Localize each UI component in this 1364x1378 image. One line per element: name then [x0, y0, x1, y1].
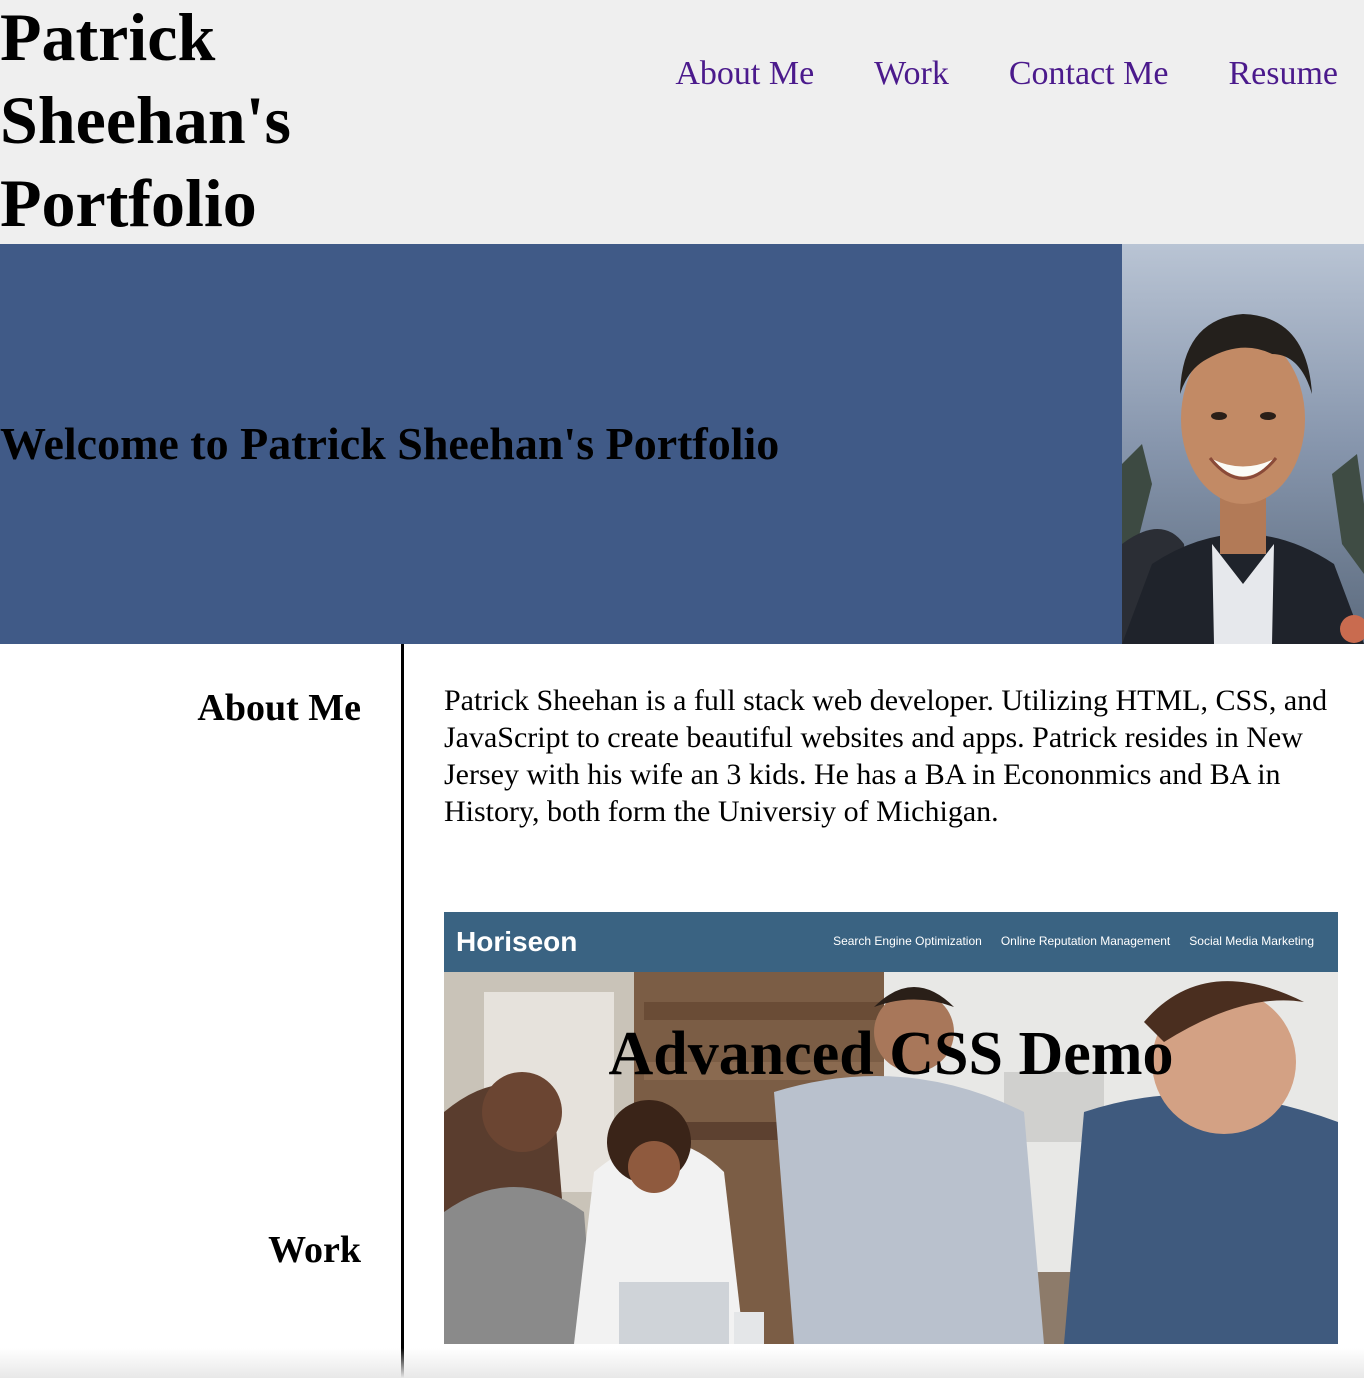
hero-heading: Welcome to Patrick Sheehan's Portfolio	[0, 418, 780, 469]
main-nav: About Me Work Contact Me Resume	[675, 52, 1338, 96]
project-preview-link: Online Reputation Management	[1000, 934, 1171, 948]
site-header: Patrick Sheehan's Portfolio About Me Wor…	[0, 0, 1364, 244]
nav-link-about-me[interactable]: About Me	[675, 52, 814, 96]
project-title: Advanced CSS Demo	[608, 1020, 1174, 1088]
project-brand-logo: Horiseon	[456, 926, 578, 957]
nav-link-contact-me[interactable]: Contact Me	[1009, 52, 1169, 96]
profile-photo-illustration	[1122, 244, 1364, 644]
project-card-advanced-css[interactable]: Horiseon Search Engine Optimization Onli…	[444, 912, 1338, 1344]
project-screenshot-image	[444, 912, 1338, 1344]
hero-banner: Welcome to Patrick Sheehan's Portfolio	[0, 244, 1122, 644]
work-heading: Work	[268, 1229, 361, 1271]
project-preview-nav: Search Engine Optimization Online Reputa…	[833, 932, 1314, 950]
nav-link-work[interactable]: Work	[874, 52, 949, 96]
project-preview-link: Search Engine Optimization	[833, 934, 982, 948]
about-me-text: Patrick Sheehan is a full stack web deve…	[444, 684, 1328, 828]
site-title: Patrick Sheehan's Portfolio	[0, 0, 291, 241]
nav-link-resume[interactable]: Resume	[1228, 52, 1338, 96]
project-preview-link: Social Media Marketing	[1189, 934, 1314, 948]
project-preview-header: Horiseon Search Engine Optimization Onli…	[444, 912, 1338, 972]
profile-photo	[1122, 244, 1364, 644]
sidebar-headings: About Me Work	[0, 644, 404, 1378]
about-me-heading: About Me	[197, 687, 361, 729]
